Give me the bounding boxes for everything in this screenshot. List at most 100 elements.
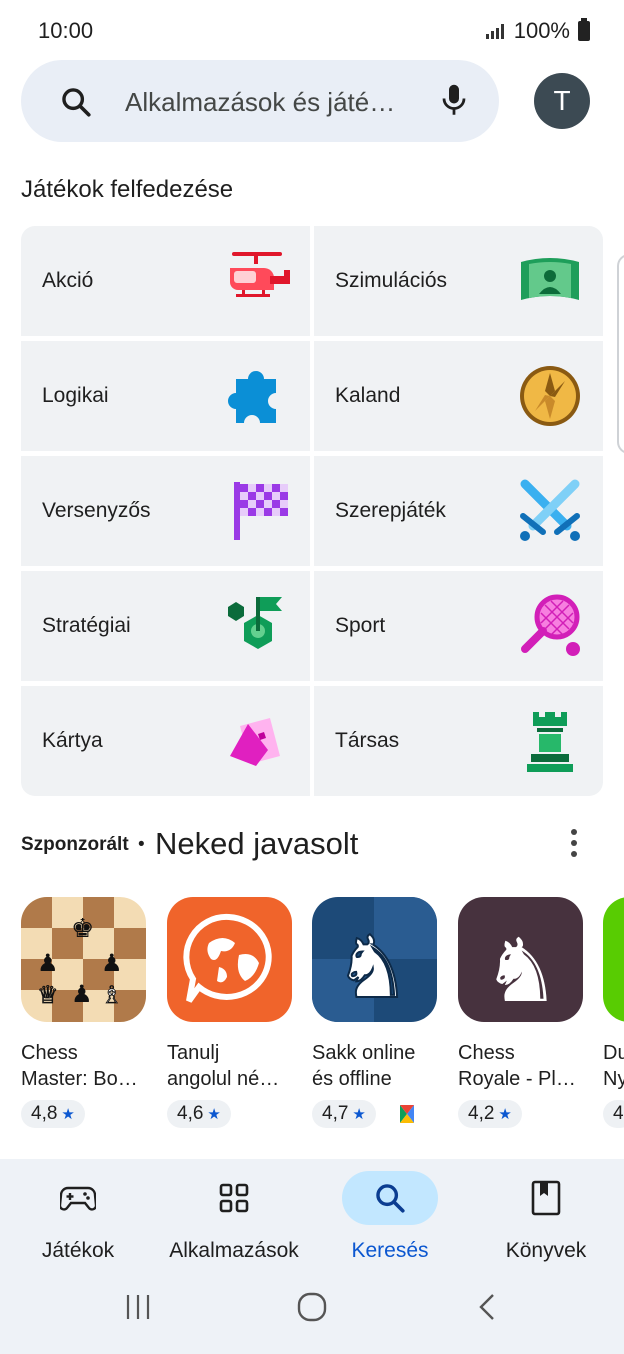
avatar[interactable]: T xyxy=(534,73,590,129)
microphone-icon[interactable] xyxy=(439,82,469,125)
star-icon: ★ xyxy=(61,1106,75,1123)
app-rating: 4,8 ★ xyxy=(21,1100,85,1128)
star-icon: ★ xyxy=(498,1106,512,1123)
svg-text:♕: ♕ xyxy=(37,981,59,1009)
app-name: Du Ny xyxy=(603,1042,624,1090)
simulation-icon xyxy=(521,258,579,300)
compass-icon xyxy=(520,366,580,426)
gamepad-icon xyxy=(30,1171,126,1225)
home-icon[interactable] xyxy=(297,1292,327,1327)
recommended-title: Neked javasolt xyxy=(155,826,359,861)
category-tarsas[interactable]: Társas xyxy=(314,686,603,796)
search-icon xyxy=(59,85,93,124)
knight-blue-app-icon: ♞ xyxy=(312,897,437,1022)
rating-value: 4,6 xyxy=(177,1103,204,1124)
battery-icon xyxy=(578,18,590,41)
apps-grid-icon xyxy=(186,1171,282,1225)
checkered-flag-icon xyxy=(234,482,288,540)
category-label: Logikai xyxy=(42,384,109,407)
category-szerepjatek[interactable]: Szerepjáték xyxy=(314,456,603,566)
category-strategiai[interactable]: Stratégiai xyxy=(21,571,310,681)
category-label: Kaland xyxy=(335,384,401,407)
nav-books[interactable]: Könyvek xyxy=(468,1171,624,1263)
tennis-racket-icon xyxy=(521,594,580,656)
strategy-flag-icon xyxy=(228,597,282,649)
puzzle-icon xyxy=(228,371,276,423)
search-icon xyxy=(342,1171,438,1225)
category-szimulacios[interactable]: Szimulációs xyxy=(314,226,603,336)
category-label: Stratégiai xyxy=(42,614,131,637)
sponsored-label: Szponzorált xyxy=(21,834,129,855)
app-name: Tanulj angolul né… xyxy=(167,1042,280,1090)
rating-value: 4,7 xyxy=(322,1103,349,1124)
crossed-swords-icon xyxy=(520,479,580,541)
app-rating: 4 xyxy=(603,1100,624,1128)
status-indicators: 100% xyxy=(485,18,590,44)
battery-percent: 100% xyxy=(513,18,570,43)
category-logikai[interactable]: Logikai xyxy=(21,341,310,451)
svg-text:♟: ♟ xyxy=(37,949,59,977)
category-label: Kártya xyxy=(42,729,103,752)
star-icon: ★ xyxy=(207,1106,221,1123)
rating-value: 4 xyxy=(613,1103,624,1124)
chess-board-app-icon: ♚ ♟ ♟ ♟ ♕ ♗ xyxy=(21,897,146,1022)
app-card-tanulj-angolul[interactable]: Tanulj angolul né… 4,6 ★ xyxy=(167,897,297,1128)
app-rating: 4,7 ★ xyxy=(312,1100,376,1128)
status-time: 10:00 xyxy=(38,18,94,43)
nav-label: Könyvek xyxy=(505,1239,587,1262)
side-panel-edge[interactable] xyxy=(617,254,624,454)
category-kaland[interactable]: Kaland xyxy=(314,341,603,451)
svg-text:♟: ♟ xyxy=(101,949,123,977)
nav-label: Játékok xyxy=(41,1239,115,1262)
category-label: Akció xyxy=(42,269,94,292)
nav-games[interactable]: Játékok xyxy=(0,1171,156,1263)
knight-dark-app-icon: ♞ xyxy=(458,897,583,1022)
globe-speech-app-icon xyxy=(167,897,292,1022)
app-card-chess-master[interactable]: ♚ ♟ ♟ ♟ ♕ ♗ Chess Master: Bo… 4,8 ★ xyxy=(21,897,151,1128)
category-label: Szimulációs xyxy=(335,269,448,292)
green-app-icon xyxy=(603,897,624,1022)
more-options-icon[interactable] xyxy=(562,826,586,862)
app-rating: 4,2 ★ xyxy=(458,1100,522,1128)
signal-icon xyxy=(485,23,504,39)
category-sport[interactable]: Sport xyxy=(314,571,603,681)
section-title: Játékok felfedezése xyxy=(21,176,234,203)
status-bar: 10:00 100% xyxy=(0,0,624,60)
system-navigation-bar xyxy=(0,1278,624,1354)
search-bar[interactable]: Alkalmazások és játé… xyxy=(21,60,499,142)
svg-text:♟: ♟ xyxy=(71,980,93,1008)
kids-badge-icon xyxy=(399,1105,414,1123)
rating-value: 4,2 xyxy=(468,1103,495,1124)
cards-icon xyxy=(230,718,280,766)
category-versenyzos[interactable]: Versenyzős xyxy=(21,456,310,566)
app-card-chess-royale[interactable]: ♞ Chess Royale - Pl… 4,2 ★ xyxy=(458,897,588,1128)
star-icon: ★ xyxy=(352,1106,366,1123)
recent-apps-icon[interactable] xyxy=(123,1292,153,1327)
app-name: Chess Royale - Pl… xyxy=(458,1042,576,1090)
app-name: Sakk online és offline xyxy=(312,1042,416,1090)
rating-value: 4,8 xyxy=(31,1103,58,1124)
category-label: Sport xyxy=(335,614,386,637)
nav-label: Alkalmazások xyxy=(169,1239,299,1262)
chess-rook-icon xyxy=(527,712,573,772)
svg-text:♚: ♚ xyxy=(71,914,94,944)
bottom-navigation: Játékok Alkalmazások Keresés Könyvek xyxy=(0,1159,624,1354)
book-icon xyxy=(498,1171,594,1225)
category-label: Versenyzős xyxy=(42,499,151,522)
recommended-apps: ♚ ♟ ♟ ♟ ♕ ♗ Chess Master: Bo… 4,8 ★ Tanul… xyxy=(0,897,624,1137)
app-rating: 4,6 ★ xyxy=(167,1100,231,1128)
separator-dot: • xyxy=(138,834,145,855)
nav-apps[interactable]: Alkalmazások xyxy=(156,1171,312,1263)
category-kartya[interactable]: Kártya xyxy=(21,686,310,796)
svg-text:♞: ♞ xyxy=(334,918,411,1018)
category-akcio[interactable]: Akció xyxy=(21,226,310,336)
category-label: Társas xyxy=(335,729,400,752)
app-card-partial[interactable]: Du Ny 4 xyxy=(603,897,624,1128)
app-name: Chess Master: Bo… xyxy=(21,1042,138,1090)
nav-label: Keresés xyxy=(351,1239,429,1262)
app-card-sakk-online[interactable]: ♞ Sakk online és offline 4,7 ★ xyxy=(312,897,442,1128)
helicopter-icon xyxy=(230,252,290,297)
search-input[interactable]: Alkalmazások és játé… xyxy=(125,87,395,118)
nav-search[interactable]: Keresés xyxy=(312,1171,468,1263)
back-icon[interactable] xyxy=(475,1292,501,1327)
